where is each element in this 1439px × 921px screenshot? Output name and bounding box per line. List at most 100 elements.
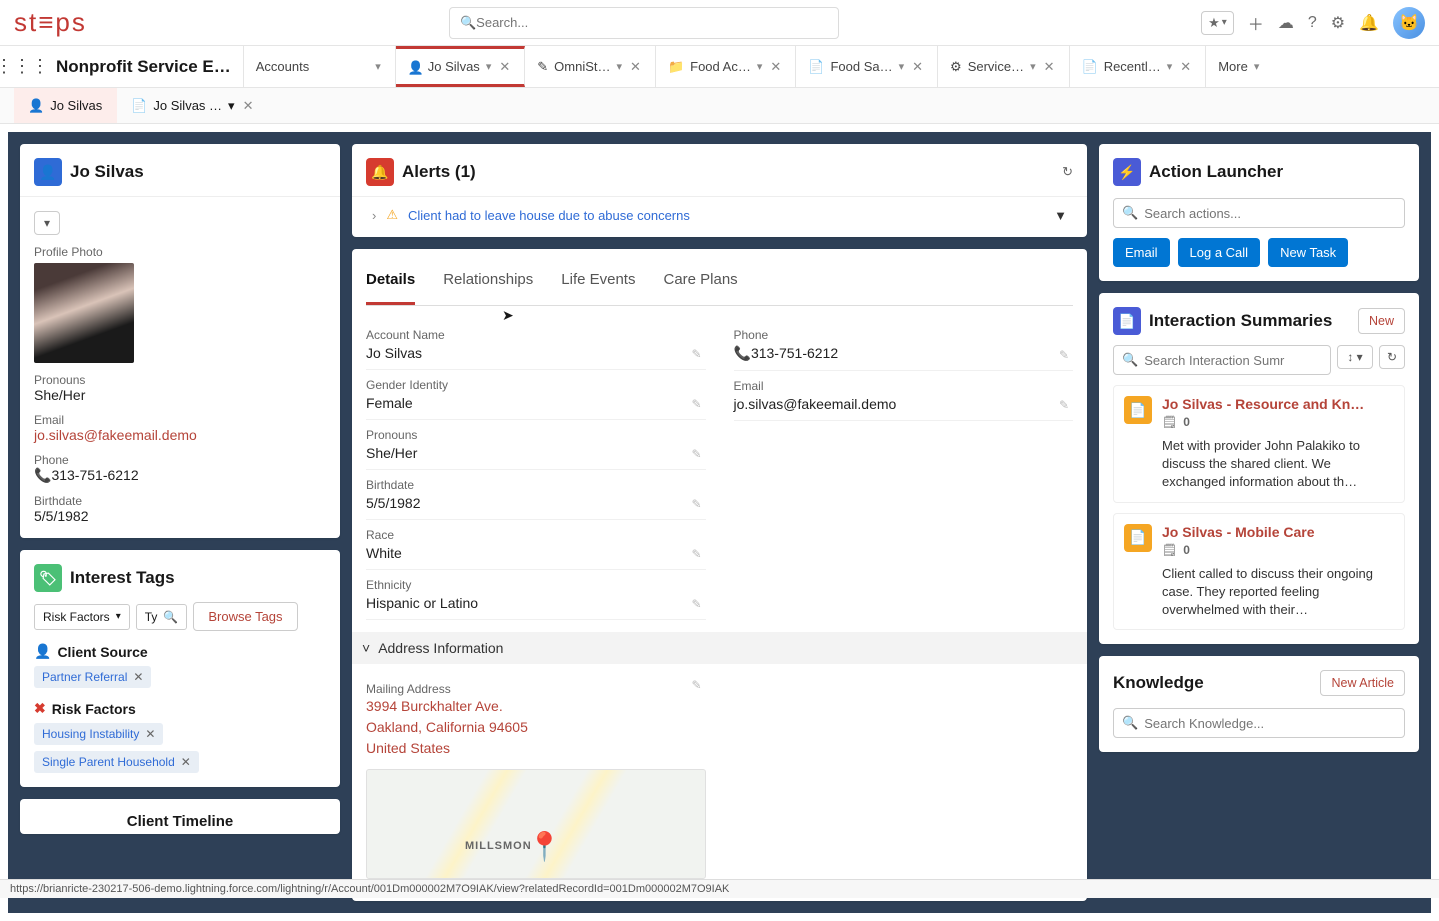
chevron-down-icon[interactable]: ▾ [1167, 60, 1173, 73]
field-ethnicity: Ethnicity Hispanic or Latino ✎ [366, 570, 706, 620]
chevron-right-icon[interactable]: › [372, 208, 376, 223]
address-link[interactable]: 3994 Burckhalter Ave. Oakland, Californi… [366, 696, 706, 759]
tab-food-sa[interactable]: 📄 Food Sa… ▾ ✕ [796, 46, 938, 87]
tab-details[interactable]: Details [366, 263, 415, 305]
email-button[interactable]: Email [1113, 238, 1170, 267]
refresh-icon[interactable]: ↻ [1379, 345, 1405, 369]
field-value: She/Her [366, 445, 706, 461]
edit-pencil-icon[interactable]: ✎ [691, 678, 701, 692]
tab-accounts[interactable]: Accounts ▾ [244, 46, 396, 87]
sort-button[interactable]: ↕ ▾ [1337, 345, 1373, 369]
field-value[interactable]: 📞313-751-6212 [734, 345, 1074, 362]
summaries-search[interactable]: 🔍 [1113, 345, 1331, 375]
profile-photo[interactable] [34, 263, 134, 363]
edit-pencil-icon[interactable]: ✎ [691, 397, 701, 411]
address-map[interactable]: MILLSMON 📍 [366, 769, 706, 879]
action-launcher-card: ⚡ Action Launcher 🔍 Email Log a Call New… [1099, 144, 1419, 281]
knowledge-search[interactable]: 🔍 [1113, 708, 1405, 738]
chevron-down-icon[interactable]: ▾ [899, 60, 905, 73]
global-search-input[interactable] [476, 15, 828, 30]
remove-icon[interactable]: ✕ [181, 755, 191, 769]
log-call-button[interactable]: Log a Call [1178, 238, 1261, 267]
edit-pencil-icon[interactable]: ✎ [691, 597, 701, 611]
knowledge-search-input[interactable] [1144, 716, 1396, 731]
subtab-jo-silvas[interactable]: 👤 Jo Silvas [14, 88, 117, 123]
tab-relationships[interactable]: Relationships [443, 263, 533, 305]
tag-chip[interactable]: Partner Referral✕ [34, 666, 151, 688]
edit-pencil-icon[interactable]: ✎ [1059, 398, 1069, 412]
close-icon[interactable]: ✕ [1180, 59, 1191, 75]
tag-chip[interactable]: Single Parent Household✕ [34, 751, 199, 773]
action-search[interactable]: 🔍 [1113, 198, 1405, 228]
tab-omnist[interactable]: ✎ OmniSt… ▾ ✕ [525, 46, 656, 87]
tab-life-events[interactable]: Life Events [561, 263, 635, 305]
summary-item[interactable]: 📄 Jo Silvas - Resource and Kn… 🗒 0 Met w… [1113, 385, 1405, 503]
summary-item[interactable]: 📄 Jo Silvas - Mobile Care 🗒 0 Client cal… [1113, 513, 1405, 631]
notifications-bell-icon[interactable]: 🔔 [1359, 13, 1379, 33]
folder-icon: 📁 [668, 59, 684, 75]
refresh-icon[interactable]: ↻ [1062, 164, 1073, 180]
profile-name-header: 👤 Jo Silvas [34, 158, 326, 186]
tab-service[interactable]: ⚙ Service… ▾ ✕ [938, 46, 1069, 87]
profile-actions-dropdown[interactable]: ▾ [34, 211, 60, 235]
user-avatar[interactable]: 🐱 [1393, 7, 1425, 39]
summary-title[interactable]: Jo Silvas - Resource and Kn… [1162, 396, 1394, 412]
action-search-input[interactable] [1144, 206, 1396, 221]
edit-pencil-icon[interactable]: ✎ [691, 497, 701, 511]
new-summary-button[interactable]: New [1358, 308, 1405, 334]
tab-care-plans[interactable]: Care Plans [663, 263, 737, 305]
profile-card: 👤 Jo Silvas ▾ Profile Photo Pronouns She… [20, 144, 340, 538]
tab-recent[interactable]: 📄 Recentl… ▾ ✕ [1070, 46, 1207, 87]
app-launcher-icon[interactable]: ⋮⋮⋮ [0, 46, 44, 87]
client-timeline-header: Client Timeline [34, 813, 326, 830]
edit-pencil-icon[interactable]: ✎ [1059, 348, 1069, 362]
chevron-down-icon[interactable]: ▾ [228, 98, 235, 114]
count: 0 [1183, 415, 1190, 429]
tag-search[interactable]: Ty 🔍 [136, 604, 188, 630]
edit-icon: ✎ [537, 59, 548, 75]
header-text: Knowledge [1113, 673, 1204, 693]
close-icon[interactable]: ✕ [630, 59, 641, 75]
close-icon[interactable]: ✕ [1044, 59, 1055, 75]
close-icon[interactable]: ✕ [499, 59, 510, 75]
edit-pencil-icon[interactable]: ✎ [691, 547, 701, 561]
close-icon[interactable]: ✕ [912, 59, 923, 75]
remove-icon[interactable]: ✕ [145, 727, 155, 741]
field-value-link[interactable]: jo.silvas@fakeemail.demo [734, 396, 1074, 412]
close-icon[interactable]: ✕ [770, 59, 781, 75]
expand-icon[interactable]: ▼ [1054, 208, 1067, 223]
add-icon[interactable]: ＋ [1248, 11, 1264, 35]
chevron-down-icon[interactable]: ▾ [757, 60, 763, 73]
new-task-button[interactable]: New Task [1268, 238, 1348, 267]
email-link[interactable]: jo.silvas@fakeemail.demo [34, 427, 326, 443]
summary-title[interactable]: Jo Silvas - Mobile Care [1162, 524, 1394, 540]
more-tabs[interactable]: More ▾ [1206, 46, 1273, 87]
trailhead-icon[interactable]: ☁ [1278, 13, 1294, 33]
new-article-button[interactable]: New Article [1320, 670, 1405, 696]
field-account-name: Account Name Jo Silvas ✎ [366, 320, 706, 370]
document-icon: 📄 [1113, 307, 1141, 335]
edit-pencil-icon[interactable]: ✎ [691, 447, 701, 461]
tab-jo-silvas[interactable]: 👤 Jo Silvas ▾ ✕ [396, 46, 525, 87]
close-icon[interactable]: ✕ [243, 98, 254, 114]
chevron-down-icon[interactable]: ▾ [486, 60, 492, 73]
setup-gear-icon[interactable]: ⚙ [1331, 13, 1345, 33]
chevron-down-icon[interactable]: ▾ [617, 60, 623, 73]
field-race: Race White ✎ [366, 520, 706, 570]
tag-filter-select[interactable]: Risk Factors ▾ [34, 604, 130, 630]
edit-pencil-icon[interactable]: ✎ [691, 347, 701, 361]
phone-value[interactable]: 📞313-751-6212 [34, 467, 326, 484]
remove-icon[interactable]: ✕ [133, 670, 143, 684]
alert-item[interactable]: › ⚠ Client had to leave house due to abu… [366, 197, 1073, 233]
chevron-down-icon[interactable]: ▾ [375, 60, 381, 73]
tab-food-ac[interactable]: 📁 Food Ac… ▾ ✕ [656, 46, 796, 87]
favorites-button[interactable]: ★ ▾ [1201, 11, 1234, 35]
global-search[interactable]: 🔍 [449, 7, 839, 39]
tag-chip[interactable]: Housing Instability✕ [34, 723, 163, 745]
browse-tags-button[interactable]: Browse Tags [193, 602, 297, 631]
address-section-header[interactable]: ˅ Address Information [352, 632, 1087, 664]
help-icon[interactable]: ? [1308, 14, 1317, 32]
chevron-down-icon[interactable]: ▾ [1030, 60, 1036, 73]
subtab-jo-silvas-2[interactable]: 📄 Jo Silvas … ▾ ✕ [117, 88, 268, 123]
summaries-search-input[interactable] [1144, 353, 1322, 368]
